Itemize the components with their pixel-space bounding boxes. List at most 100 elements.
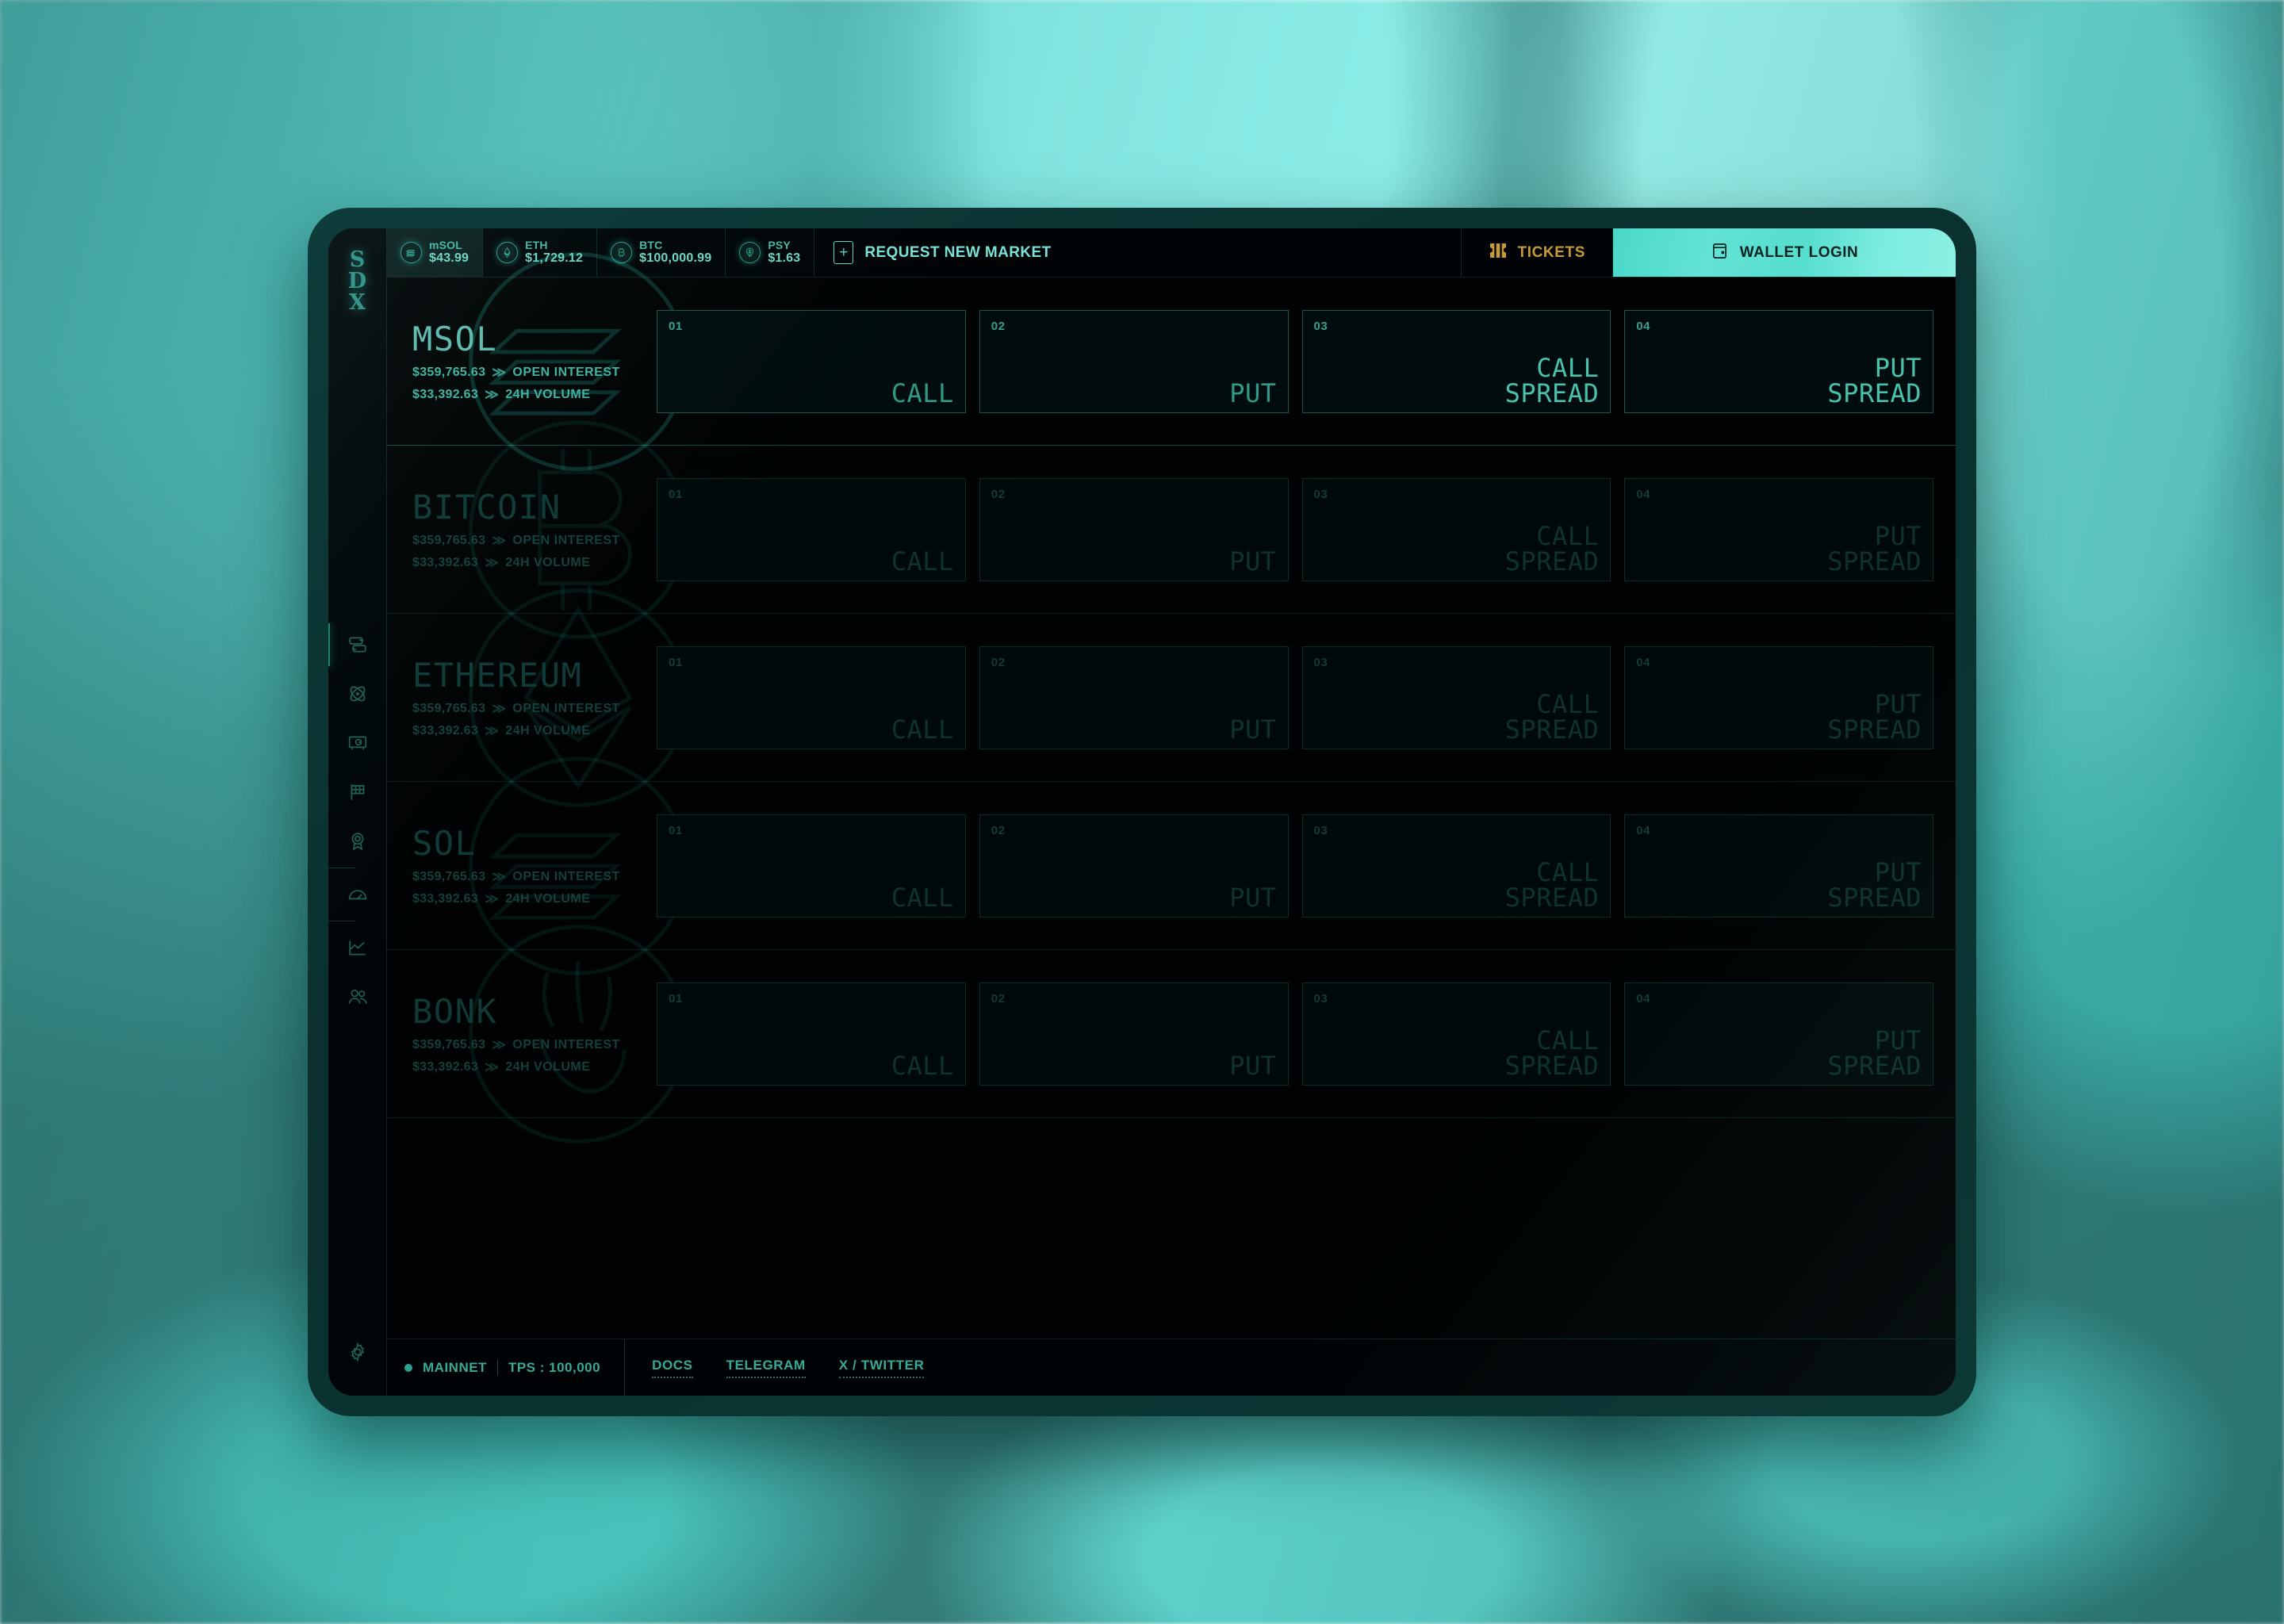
open-interest-label: OPEN INTEREST xyxy=(512,533,620,547)
sidebar-item-atom[interactable] xyxy=(328,669,386,718)
sidebar-item-community[interactable] xyxy=(328,972,386,1021)
option-card-call[interactable]: 01 CALL xyxy=(657,982,966,1086)
card-index: 03 xyxy=(1313,655,1328,669)
people-icon xyxy=(347,986,368,1007)
card-label: CALL xyxy=(891,546,954,576)
psy-coin-icon xyxy=(739,242,761,263)
option-card-call-spread[interactable]: 03 CALL SPREAD xyxy=(1301,814,1611,917)
option-card-call[interactable]: 01 CALL xyxy=(657,645,966,749)
option-card-put[interactable]: 02 PUT xyxy=(979,982,1289,1086)
request-new-market-label: REQUEST NEW MARKET xyxy=(864,243,1052,261)
main-column: mSOL $43.99 ETH $1,729.12 BTC $100,000.9… xyxy=(387,228,1956,1396)
option-card-call-spread[interactable]: 03 CALL SPREAD xyxy=(1301,477,1611,581)
option-card-call-spread[interactable]: 03 CALL SPREAD xyxy=(1301,309,1611,413)
card-label: PUT xyxy=(1229,882,1277,913)
option-card-put-spread[interactable]: 04 PUT SPREAD xyxy=(1624,309,1933,413)
link-telegram[interactable]: TELEGRAM xyxy=(726,1358,806,1378)
open-interest-label: OPEN INTEREST xyxy=(512,1037,620,1051)
chevron-icon: ≫ xyxy=(485,722,500,738)
sidebar-item-race[interactable] xyxy=(328,768,386,817)
option-card-put-spread[interactable]: 04 PUT SPREAD xyxy=(1624,645,1933,749)
market-row[interactable]: ETHEREUM $359,765.63 ≫ OPEN INTEREST $33… xyxy=(387,588,1956,807)
card-index: 04 xyxy=(1636,655,1650,669)
option-card-put[interactable]: 02 PUT xyxy=(979,645,1289,749)
card-index: 04 xyxy=(1636,487,1650,501)
sidebar-item-analytics[interactable] xyxy=(328,923,386,972)
card-index: 01 xyxy=(669,655,683,669)
sidebar-item-swap[interactable] xyxy=(328,620,386,669)
option-card-call-spread[interactable]: 03 CALL SPREAD xyxy=(1301,645,1611,749)
option-card-put[interactable]: 02 PUT xyxy=(979,309,1289,413)
open-interest-stat: $359,765.63 ≫ OPEN INTEREST xyxy=(412,869,657,885)
ticker-price: $43.99 xyxy=(429,251,469,265)
open-interest-label: OPEN INTEREST xyxy=(512,869,620,883)
ticker-price: $100,000.99 xyxy=(639,251,712,265)
market-name: SOL xyxy=(412,823,477,863)
market-row[interactable]: SOL $359,765.63 ≫ OPEN INTEREST $33,392.… xyxy=(387,756,1956,975)
option-card-put[interactable]: 02 PUT xyxy=(979,477,1289,581)
market-info: BITCOIN $359,765.63 ≫ OPEN INTEREST $33,… xyxy=(387,488,657,571)
option-cards: 01 CALL 02 PUT 03 CALL SPREAD 04 PUT SPR… xyxy=(657,814,1956,917)
option-card-call[interactable]: 01 CALL xyxy=(657,309,966,413)
card-index: 01 xyxy=(669,319,683,333)
checkered-flag-icon xyxy=(347,782,368,802)
tickets-button[interactable]: TICKETS xyxy=(1461,228,1613,277)
ticker-eth[interactable]: ETH $1,729.12 xyxy=(483,228,598,277)
volume-label: 24H VOLUME xyxy=(505,555,591,569)
award-ribbon-icon xyxy=(347,831,368,852)
divider xyxy=(496,1359,498,1376)
logo-line-1: S xyxy=(349,247,366,272)
option-card-put-spread[interactable]: 04 PUT SPREAD xyxy=(1624,814,1933,917)
option-card-put-spread[interactable]: 04 PUT SPREAD xyxy=(1624,477,1933,581)
volume-label: 24H VOLUME xyxy=(505,387,591,401)
card-label: PUT SPREAD xyxy=(1827,520,1922,576)
logo-line-2: D xyxy=(347,269,367,293)
option-cards: 01 CALL 02 PUT 03 CALL SPREAD 04 PUT SPR… xyxy=(657,645,1956,749)
sidebar-item-rewards[interactable] xyxy=(328,817,386,866)
card-label: PUT SPREAD xyxy=(1827,352,1922,408)
chevron-icon: ≫ xyxy=(485,386,500,402)
option-cards: 01 CALL 02 PUT 03 CALL SPREAD 04 PUT SPR… xyxy=(657,477,1956,581)
card-index: 04 xyxy=(1636,991,1650,1005)
card-label: CALL xyxy=(891,377,954,408)
option-card-call[interactable]: 01 CALL xyxy=(657,814,966,917)
request-new-market-button[interactable]: + REQUEST NEW MARKET xyxy=(814,228,1462,277)
msol-coin-icon xyxy=(400,242,422,263)
ticker-msol[interactable]: mSOL $43.99 xyxy=(387,228,484,277)
card-label: CALL xyxy=(891,1050,954,1081)
sidebar-item-settings[interactable] xyxy=(328,1327,386,1377)
card-index: 01 xyxy=(669,991,683,1005)
ticker-symbol: mSOL xyxy=(429,239,463,251)
card-index: 04 xyxy=(1636,319,1650,333)
option-card-call-spread[interactable]: 03 CALL SPREAD xyxy=(1301,982,1611,1086)
open-interest-value: $359,765.63 xyxy=(412,533,486,547)
wallet-login-button[interactable]: WALLET LOGIN xyxy=(1613,228,1956,277)
market-info: BONK $359,765.63 ≫ OPEN INTEREST $33,392… xyxy=(387,992,657,1075)
volume-label: 24H VOLUME xyxy=(505,1059,591,1074)
link-twitter[interactable]: X / TWITTER xyxy=(838,1358,925,1378)
app-screen: S D X mSOL $43.99 ETH $1,729.12 BTC $100… xyxy=(328,228,1956,1396)
tps-label: TPS : 100,000 xyxy=(508,1359,601,1375)
market-row[interactable]: BONK $359,765.63 ≫ OPEN INTEREST $33,392… xyxy=(387,924,1956,1143)
ticker-text: PSY $1.63 xyxy=(768,239,800,266)
option-card-call[interactable]: 01 CALL xyxy=(657,477,966,581)
ticker-btc[interactable]: BTC $100,000.99 xyxy=(597,228,726,277)
market-row[interactable]: BITCOIN $359,765.63 ≫ OPEN INTEREST $33,… xyxy=(387,419,1956,639)
chevron-icon: ≫ xyxy=(492,1036,507,1052)
market-row[interactable]: MSOL $359,765.63 ≫ OPEN INTEREST $33,392… xyxy=(387,251,1956,471)
sidebar-item-vault[interactable] xyxy=(328,718,386,768)
option-card-put[interactable]: 02 PUT xyxy=(979,814,1289,917)
sidebar-item-gauge[interactable] xyxy=(328,870,386,919)
ticket-icon xyxy=(1489,242,1508,263)
volume-value: $33,392.63 xyxy=(412,1059,479,1074)
swap-icon xyxy=(347,634,368,655)
app-logo[interactable]: S D X xyxy=(348,249,366,313)
volume-value: $33,392.63 xyxy=(412,387,479,401)
card-index: 01 xyxy=(669,823,683,837)
chevron-icon: ≫ xyxy=(492,532,507,548)
link-docs[interactable]: DOCS xyxy=(652,1358,693,1378)
option-card-put-spread[interactable]: 04 PUT SPREAD xyxy=(1624,982,1933,1086)
ticker-psy[interactable]: PSY $1.63 xyxy=(726,228,815,277)
chevron-icon: ≫ xyxy=(485,891,500,906)
market-name: ETHEREUM xyxy=(412,655,583,695)
